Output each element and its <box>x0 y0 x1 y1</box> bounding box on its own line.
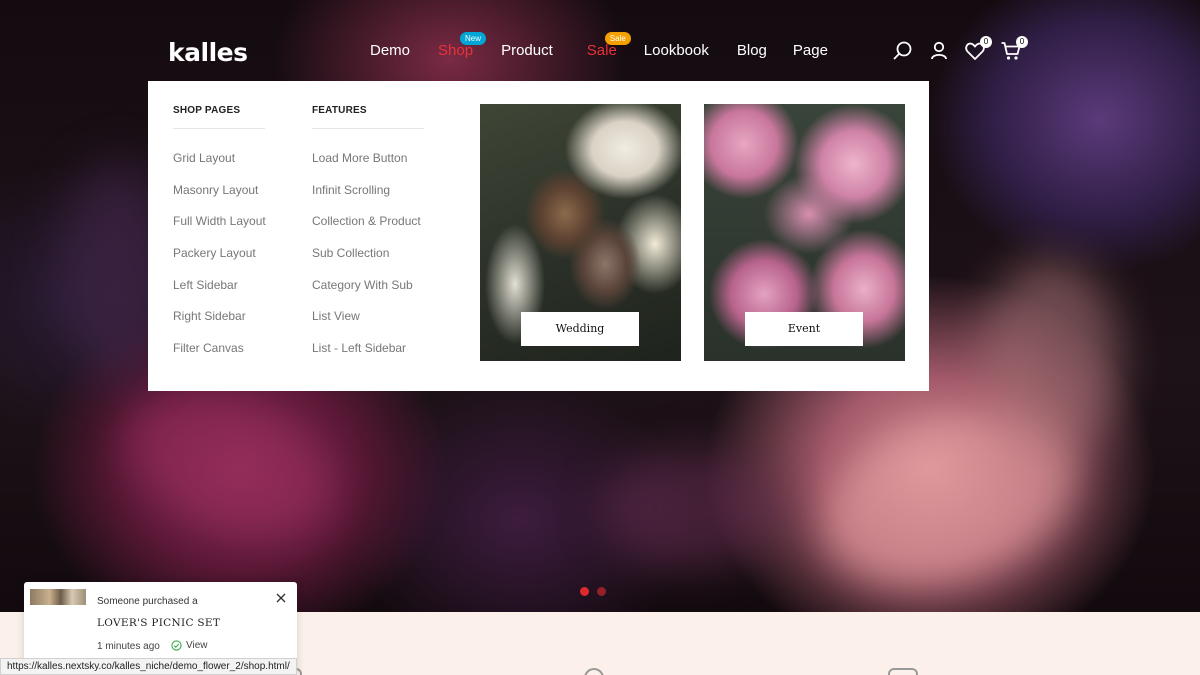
nav-lookbook[interactable]: Lookbook <box>644 42 709 59</box>
column-title: FEATURES <box>312 105 424 129</box>
promo-label[interactable]: Wedding <box>521 312 639 346</box>
slider-dot-2[interactable] <box>597 587 606 596</box>
menu-link[interactable]: Grid Layout <box>173 151 266 183</box>
menu-link[interactable]: Left Sidebar <box>173 278 266 310</box>
promo-wedding[interactable]: Wedding <box>480 104 681 361</box>
menu-link[interactable]: Filter Canvas <box>173 341 266 373</box>
nav-demo[interactable]: Demo <box>370 42 410 59</box>
slider-dots <box>580 587 606 596</box>
nav-sale[interactable]: Sale Sale <box>587 32 631 59</box>
menu-link[interactable]: List - Left Sidebar <box>312 341 424 373</box>
view-link[interactable]: View <box>171 640 208 651</box>
menu-column-features: FEATURES Load More Button Infinit Scroll… <box>312 105 424 373</box>
check-circle-icon <box>171 640 182 651</box>
flower-petal <box>103 363 357 567</box>
product-thumbnail[interactable] <box>30 589 86 605</box>
menu-link[interactable]: Infinit Scrolling <box>312 183 424 215</box>
new-badge: New <box>460 32 487 45</box>
menu-link[interactable]: Sub Collection <box>312 246 424 278</box>
nav-label: Demo <box>370 42 411 59</box>
nav-label: Lookbook <box>643 42 709 59</box>
site-logo[interactable]: kalles <box>168 38 248 67</box>
header-icons: 0 0 <box>892 36 1036 62</box>
user-icon[interactable] <box>928 40 950 62</box>
nav-label: Blog <box>736 42 767 59</box>
menu-column-shop-pages: SHOP PAGES Grid Layout Masonry Layout Fu… <box>173 105 266 373</box>
main-nav: Demo Shop New Product Sale Sale Lookbook… <box>370 32 828 59</box>
slider-dot-1[interactable] <box>580 587 589 596</box>
menu-link[interactable]: Category With Sub <box>312 278 424 310</box>
product-name[interactable]: LOVER'S PICNIC SET <box>97 617 220 629</box>
sale-badge: Sale <box>604 32 631 45</box>
promo-label[interactable]: Event <box>745 312 863 346</box>
menu-link[interactable]: List View <box>312 309 424 341</box>
flower-petal <box>980 260 1120 460</box>
purchase-time: 1 minutes ago <box>97 641 160 652</box>
nav-blog[interactable]: Blog <box>737 42 767 59</box>
browser-status-url: https://kalles.nextsky.co/kalles_niche/d… <box>0 658 297 675</box>
nav-page[interactable]: Page <box>793 42 828 59</box>
flower-petal <box>600 450 780 570</box>
shop-mega-menu: SHOP PAGES Grid Layout Masonry Layout Fu… <box>148 81 929 391</box>
menu-link[interactable]: Masonry Layout <box>173 183 266 215</box>
promo-event[interactable]: Event <box>704 104 905 361</box>
nav-label: Product <box>501 42 553 59</box>
column-title: SHOP PAGES <box>173 105 265 129</box>
menu-link[interactable]: Right Sidebar <box>173 309 266 341</box>
menu-link[interactable]: Load More Button <box>312 151 424 183</box>
wishlist-icon[interactable]: 0 <box>964 36 992 62</box>
nav-label: Page <box>792 42 828 59</box>
support-icon <box>584 668 604 675</box>
close-icon[interactable] <box>275 591 287 603</box>
search-icon[interactable] <box>892 40 914 62</box>
cart-count: 0 <box>1016 36 1028 48</box>
view-label: View <box>186 640 208 651</box>
nav-shop[interactable]: Shop New <box>438 32 487 59</box>
menu-link[interactable]: Packery Layout <box>173 246 266 278</box>
purchase-text: Someone purchased a <box>97 596 198 607</box>
menu-link[interactable]: Collection & Product <box>312 214 424 246</box>
menu-link[interactable]: Full Width Layout <box>173 214 266 246</box>
wishlist-count: 0 <box>980 36 992 48</box>
gift-icon <box>888 668 918 675</box>
nav-product[interactable]: Product <box>501 42 553 59</box>
cart-icon[interactable]: 0 <box>1000 36 1028 62</box>
